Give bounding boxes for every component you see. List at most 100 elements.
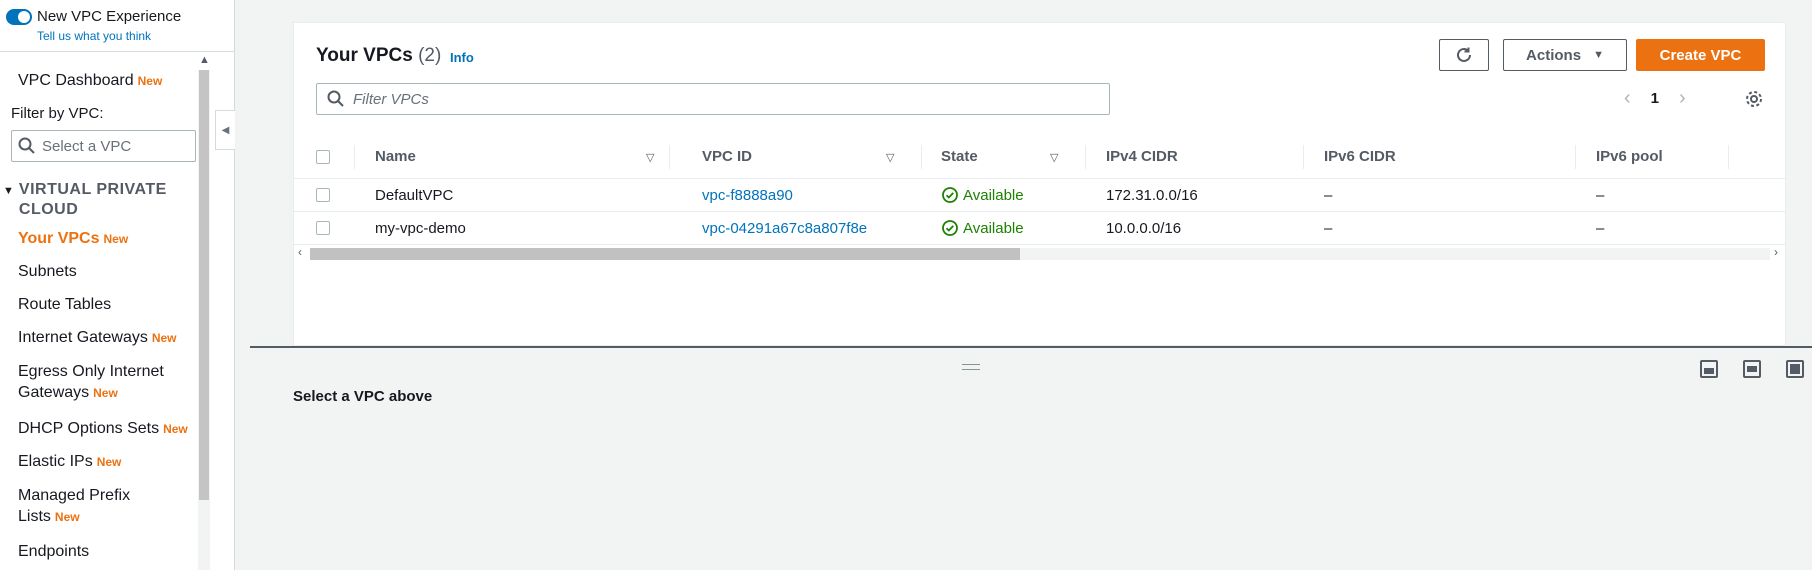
table-row[interactable]: my-vpc-demo vpc-04291a67c8a807f8e Availa… [294,212,1785,245]
sidebar-item-egress-only-internet-gateways[interactable]: Egress Only Internet Gateways New [18,361,164,404]
pagination: ‹ 1 › [1624,87,1686,110]
page-title: Your VPCs (2) [316,45,441,67]
sort-icon[interactable]: ▽ [1050,151,1058,164]
sidebar-item-elastic-ips[interactable]: Elastic IPs New [18,451,121,473]
table-horizontal-scrollbar[interactable]: ‹ › [294,245,1785,261]
refresh-icon [1457,47,1471,62]
column-header-name[interactable]: Name [375,135,416,178]
chevron-right-icon[interactable]: › [1679,87,1686,110]
new-experience-toggle-row[interactable]: New VPC Experience [6,8,181,25]
actions-button[interactable]: Actions ▼ [1503,39,1627,71]
ipv6-pool: – [1596,219,1605,237]
column-header-ipv6-cidr[interactable]: IPv6 CIDR [1324,135,1396,178]
split-panel-divider[interactable] [250,346,1812,348]
info-link[interactable]: Info [450,50,474,65]
vpcs-table-panel: Your VPCs (2) Info Actions ▼ Create VPC … [293,22,1786,346]
chevron-left-icon[interactable]: ‹ [1624,87,1631,110]
sidebar-item-label-line2: Gateways [18,384,90,401]
actions-label: Actions [1526,46,1582,64]
refresh-button[interactable] [1439,39,1489,71]
new-badge: New [54,510,80,524]
toggle-label: New VPC Experience [37,8,182,25]
state-cell: Available [942,179,1024,211]
column-divider[interactable] [921,145,922,169]
search-icon [327,90,344,107]
sidebar-item-label: Route Tables [18,296,112,313]
vpc-filter-select[interactable]: Select a VPC [11,130,196,162]
section-virtual-private-cloud[interactable]: ▼ VIRTUAL PRIVATE CLOUD [3,180,193,220]
vpc-id-link[interactable]: vpc-f8888a90 [702,179,793,211]
sort-icon[interactable]: ▽ [646,151,654,164]
scroll-right-arrow-icon[interactable]: › [1774,245,1778,259]
table-row[interactable]: DefaultVPC vpc-f8888a90 Available 172.31… [294,179,1785,212]
sidebar-item-label-line2: Lists [18,508,51,525]
column-divider[interactable] [1303,145,1304,169]
sidebar-item-label: Egress Only Internet [18,363,164,380]
vpc-name: DefaultVPC [375,186,454,204]
chevron-left-icon: ◀ [221,124,230,136]
row-select-cell [316,212,330,244]
scrollbar-thumb[interactable] [310,248,1020,260]
column-header-ipv6-pool[interactable]: IPv6 pool [1596,135,1663,178]
new-badge: New [151,331,177,345]
state-text: Available [963,219,1024,237]
caret-down-icon: ▼ [1593,49,1604,61]
sidebar-item-managed-prefix-lists[interactable]: Managed Prefix Lists New [18,485,130,528]
select-all-checkbox[interactable] [316,149,330,164]
layout-center-icon[interactable] [1743,360,1761,378]
new-badge: New [96,455,122,469]
vpcs-table: Name ▽ VPC ID ▽ State ▽ IPv4 CIDR IPv6 C… [294,135,1785,245]
ipv6-pool: – [1596,186,1605,204]
filter-vpcs-placeholder: Filter VPCs [353,90,429,108]
column-divider[interactable] [1085,145,1086,169]
sidebar-item-your-vpcs[interactable]: Your VPCs New [18,228,128,250]
column-divider[interactable] [669,145,670,169]
layout-bottom-icon[interactable] [1700,360,1718,378]
feedback-link[interactable]: Tell us what you think [37,29,151,43]
scroll-left-arrow-icon[interactable]: ‹ [298,245,302,259]
sidebar-scrollbar-thumb[interactable] [199,70,209,500]
ipv4-cidr: 172.31.0.0/16 [1106,186,1198,204]
row-checkbox[interactable] [316,221,330,235]
page-title-text: Your VPCs [316,45,413,66]
page-number[interactable]: 1 [1651,90,1659,107]
sidebar-item-endpoints[interactable]: Endpoints [18,541,89,562]
sidebar-item-vpc-dashboard[interactable]: VPC Dashboard New [18,70,162,92]
create-vpc-button[interactable]: Create VPC [1636,39,1765,71]
new-badge: New [163,422,188,436]
sidebar-collapse-button[interactable]: ◀ [215,110,235,150]
ipv6-cidr: – [1324,186,1333,204]
check-circle-icon [942,187,958,203]
vpc-count: (2) [418,45,442,66]
filter-vpcs-input[interactable]: Filter VPCs [316,83,1110,115]
vpc-id-link[interactable]: vpc-04291a67c8a807f8e [702,212,867,244]
column-header-state[interactable]: State [941,135,978,178]
sidebar-divider [0,51,234,52]
table-header-row: Name ▽ VPC ID ▽ State ▽ IPv4 CIDR IPv6 C… [294,135,1785,179]
drag-handle-icon[interactable] [962,364,980,370]
sidebar-nav: New VPC Experience Tell us what you thin… [0,0,235,570]
state-cell: Available [942,212,1024,244]
gear-icon[interactable] [1744,89,1764,109]
row-checkbox[interactable] [316,188,330,202]
sidebar-item-label: DHCP Options Sets [18,420,160,437]
column-header-ipv4-cidr[interactable]: IPv4 CIDR [1106,135,1178,178]
caret-down-icon: ▼ [3,185,14,197]
detail-empty-text: Select a VPC above [293,388,433,405]
select-all-cell [316,135,330,178]
check-circle-icon [942,220,958,236]
column-header-vpc-id[interactable]: VPC ID [702,135,752,178]
sort-icon[interactable]: ▽ [886,151,894,164]
sidebar-item-dhcp-options-sets[interactable]: DHCP Options Sets New [18,418,188,440]
sidebar-item-route-tables[interactable]: Route Tables [18,294,111,315]
toggle-switch[interactable] [6,8,32,25]
column-divider[interactable] [1728,145,1729,169]
scroll-up-arrow-icon[interactable]: ▲ [199,54,210,66]
layout-full-icon[interactable] [1786,360,1804,378]
sidebar-item-subnets[interactable]: Subnets [18,261,77,282]
column-divider[interactable] [1575,145,1576,169]
ipv4-cidr: 10.0.0.0/16 [1106,219,1182,237]
filter-by-vpc-label: Filter by VPC: [11,105,104,122]
new-badge: New [93,386,118,400]
sidebar-item-internet-gateways[interactable]: Internet Gateways New [18,327,177,349]
